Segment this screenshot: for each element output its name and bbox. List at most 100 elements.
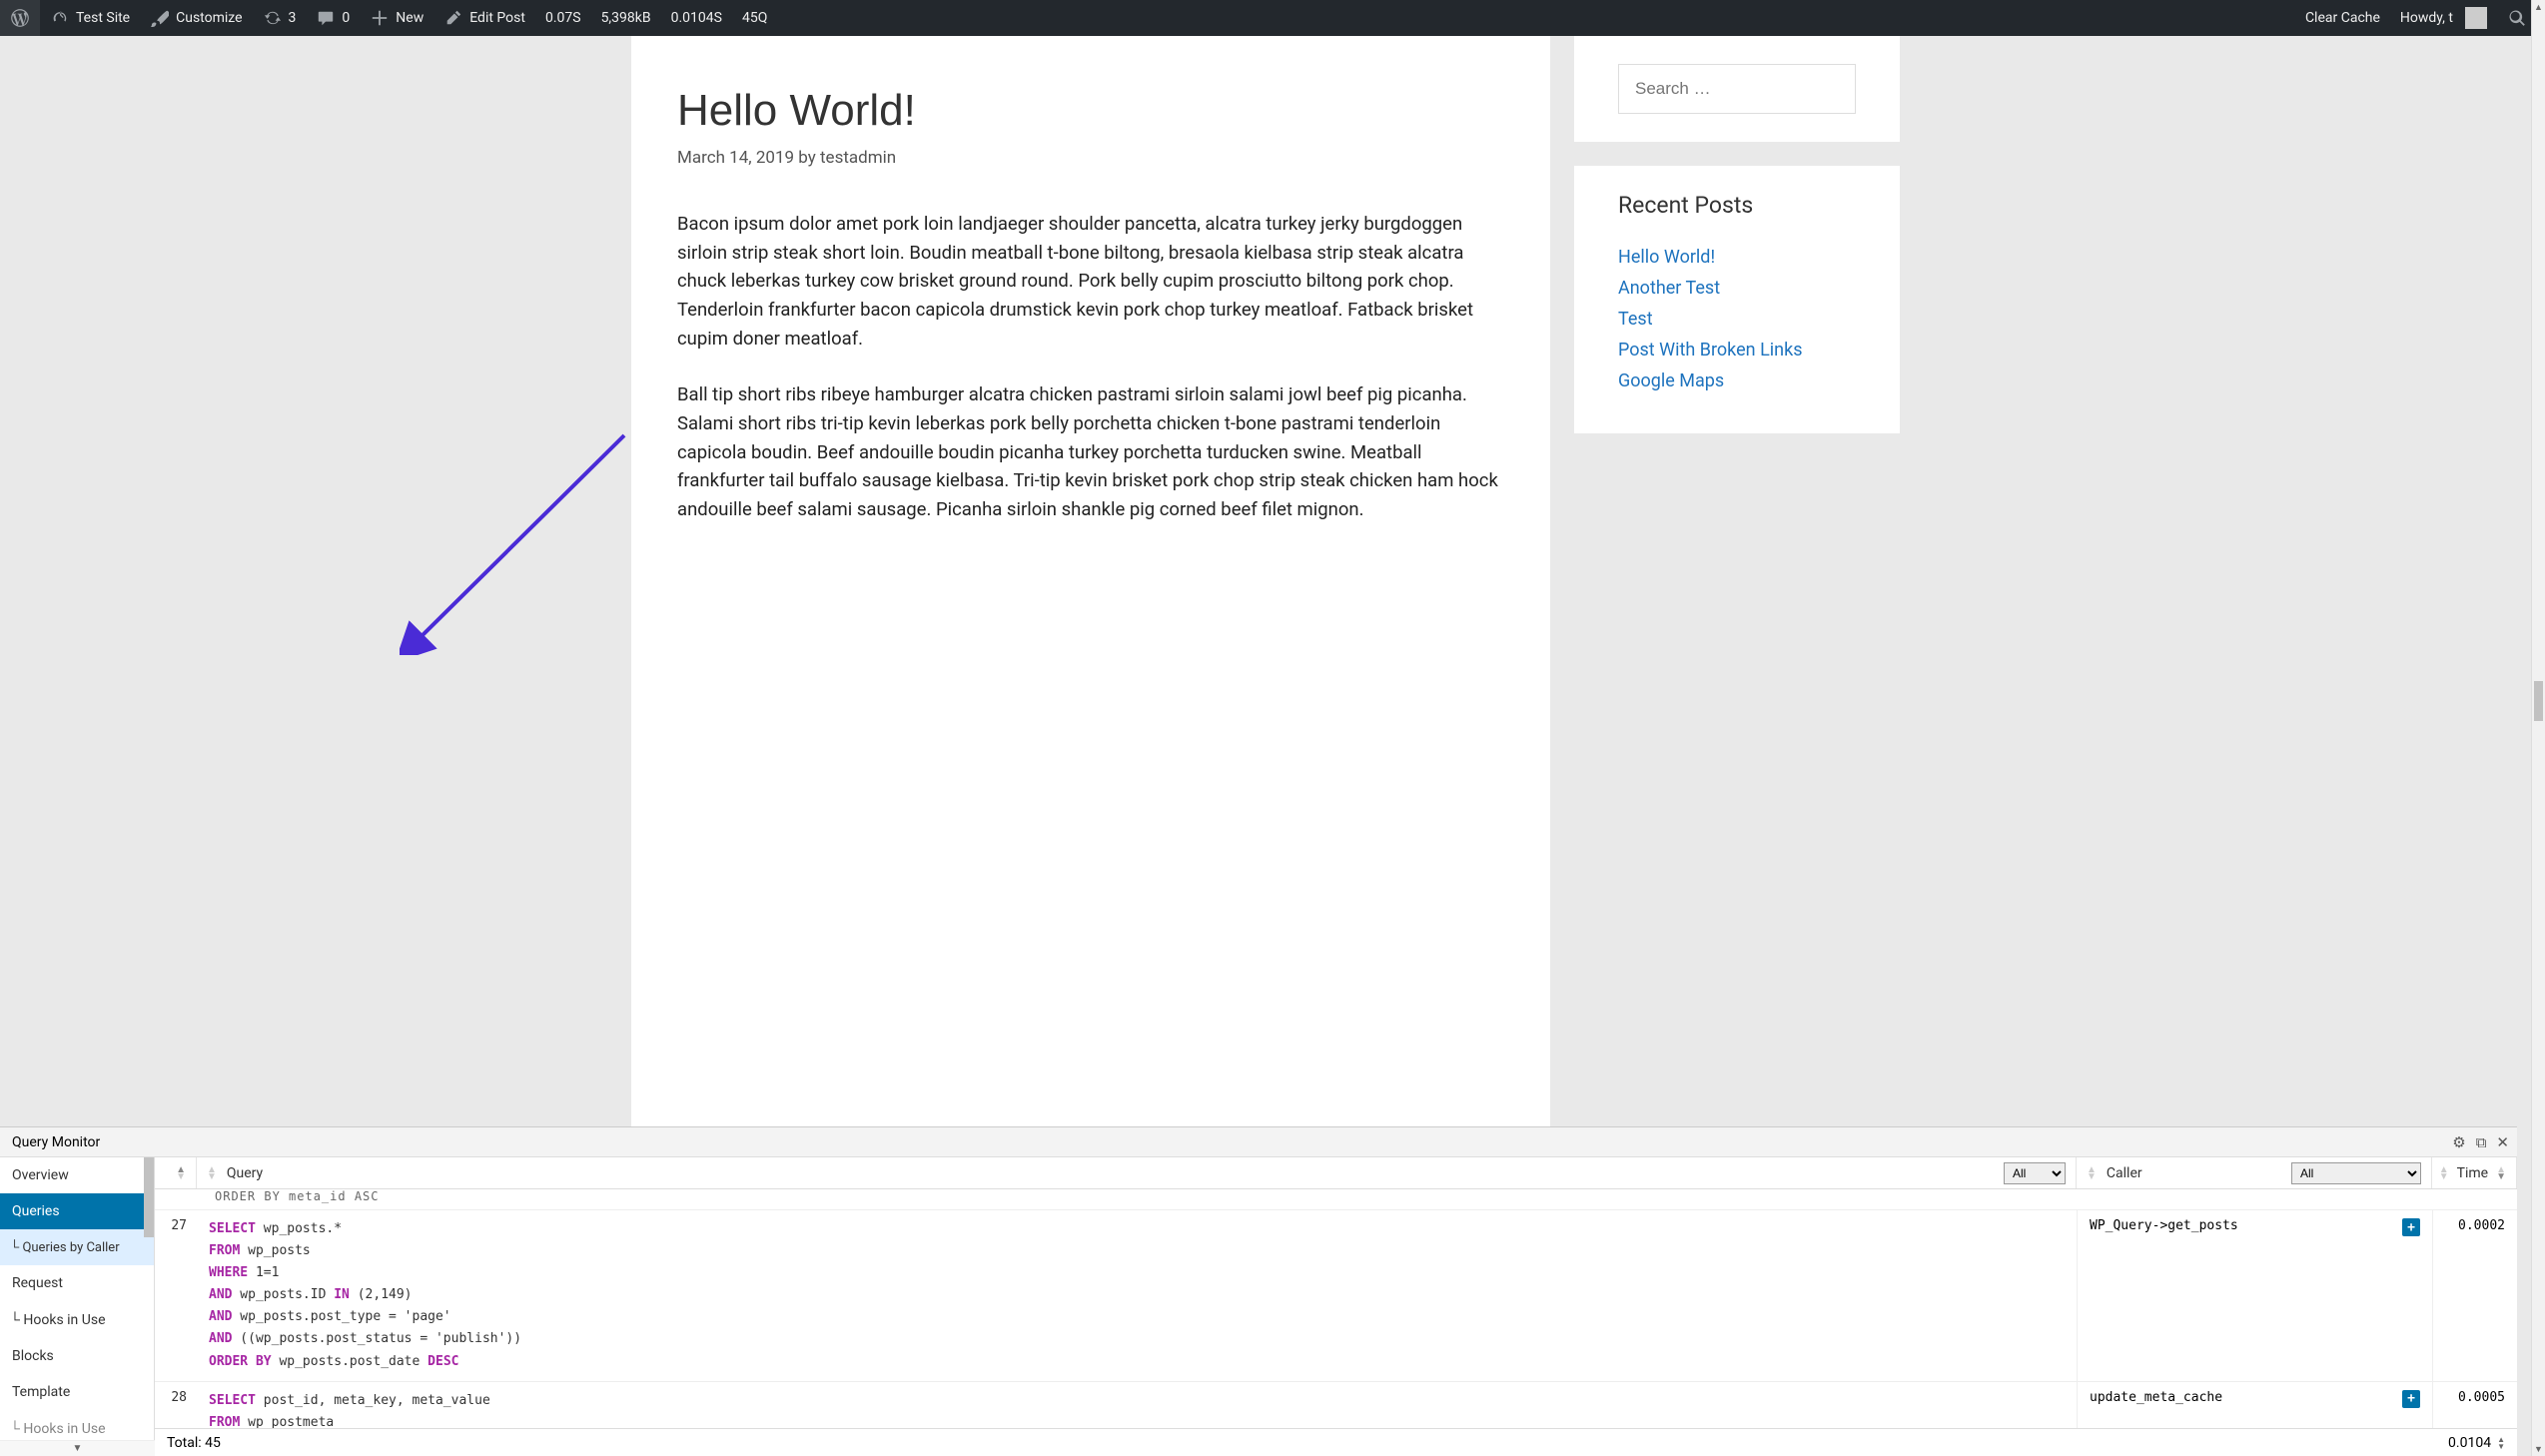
- post-body: Bacon ipsum dolor amet pork loin landjae…: [677, 210, 1504, 524]
- qm-body: Overview Queries └ Queries by Caller Req…: [0, 1157, 2517, 1456]
- qm-col-time[interactable]: ▲▼ Time ▲▼: [2432, 1157, 2517, 1188]
- qm-title: Query Monitor: [12, 1134, 100, 1150]
- qm-nav-overview[interactable]: Overview: [0, 1157, 154, 1193]
- qm-nav-request[interactable]: Request: [0, 1265, 154, 1301]
- site-menu[interactable]: Test Site: [40, 0, 140, 36]
- comments-link[interactable]: 0: [306, 0, 360, 36]
- wordpress-icon: [10, 8, 30, 28]
- customize-link[interactable]: Customize: [140, 0, 252, 36]
- qm-main: ▲▼ ▲▼ Query All ▲▼ Caller All ▲▼ Time: [155, 1157, 2517, 1456]
- recent-posts-title: Recent Posts: [1618, 192, 1856, 219]
- new-content-link[interactable]: New: [360, 0, 433, 36]
- howdy-account[interactable]: Howdy, t: [2390, 0, 2497, 36]
- qm-stat-mem[interactable]: 5,398kB: [591, 0, 661, 36]
- search-input[interactable]: [1618, 64, 1856, 114]
- recent-post-link[interactable]: Hello World!: [1618, 247, 1715, 268]
- qm-sidebar-scrollbar-thumb[interactable]: [144, 1157, 154, 1237]
- qm-nav-template[interactable]: Template: [0, 1374, 154, 1410]
- edit-post-label: Edit Post: [469, 10, 525, 26]
- recent-post-item: Google Maps: [1618, 370, 1856, 391]
- recent-post-link[interactable]: Google Maps: [1618, 370, 1724, 391]
- qm-row: 28 SELECT post_id, meta_key, meta_value …: [155, 1382, 2517, 1428]
- qm-row-tail: ORDER BY meta_id ASC: [155, 1189, 2517, 1210]
- popout-icon[interactable]: ⧉: [2476, 1133, 2487, 1151]
- recent-post-item: Post With Broken Links: [1618, 340, 1856, 361]
- recent-posts-list: Hello World! Another Test Test Post With…: [1618, 247, 1856, 391]
- wp-logo-menu[interactable]: [0, 0, 40, 36]
- recent-post-item: Test: [1618, 309, 1856, 330]
- update-icon: [263, 8, 283, 28]
- admin-bar-left: Test Site Customize 3 0 New Edit Post 0.…: [0, 0, 777, 36]
- qm-table-rows[interactable]: ORDER BY meta_id ASC 27 SELECT wp_posts.…: [155, 1189, 2517, 1428]
- recent-posts-widget: Recent Posts Hello World! Another Test T…: [1574, 166, 1900, 433]
- sql-code: SELECT post_id, meta_key, meta_value FRO…: [209, 1390, 2065, 1428]
- scroll-down-icon[interactable]: ▼: [2532, 1442, 2545, 1456]
- plus-icon: [370, 8, 390, 28]
- recent-post-link[interactable]: Test: [1618, 309, 1653, 330]
- caller-text: WP_Query->get_posts: [2090, 1218, 2238, 1233]
- qm-sidebar-scroll-down[interactable]: ▼: [0, 1440, 155, 1456]
- qm-col-caller[interactable]: ▲▼ Caller All: [2077, 1157, 2432, 1188]
- comments-count: 0: [342, 10, 350, 26]
- sort-icon: ▲▼: [2439, 1166, 2449, 1180]
- scroll-up-icon[interactable]: ▲: [2532, 0, 2545, 14]
- clear-cache-link[interactable]: Clear Cache: [2295, 0, 2390, 36]
- browser-scrollbar[interactable]: ▲ ▼: [2531, 0, 2545, 1456]
- qm-cell-time: 0.0002: [2432, 1210, 2517, 1381]
- qm-footer-total: Total: 45: [167, 1435, 221, 1451]
- qm-cell-query: SELECT post_id, meta_key, meta_value FRO…: [197, 1382, 2077, 1428]
- qm-footer-time: 0.0104: [2448, 1435, 2491, 1451]
- search-widget: [1574, 36, 1900, 142]
- qm-stat-queries[interactable]: 45Q: [732, 0, 777, 36]
- qm-stat-time[interactable]: 0.07S: [535, 0, 591, 36]
- post-paragraph: Ball tip short ribs ribeye hamburger alc…: [677, 380, 1504, 523]
- close-icon[interactable]: ✕: [2496, 1133, 2509, 1151]
- qm-filter-query[interactable]: All: [2004, 1162, 2066, 1184]
- expand-caller-button[interactable]: +: [2402, 1218, 2420, 1236]
- qm-cell-num: 27: [155, 1210, 197, 1381]
- admin-bar-right: Clear Cache Howdy, t: [2295, 0, 2537, 36]
- caller-text: update_meta_cache: [2090, 1390, 2222, 1405]
- new-label: New: [396, 10, 424, 26]
- qm-stat-dbtime[interactable]: 0.0104S: [661, 0, 732, 36]
- qm-cell-time: 0.0005: [2432, 1382, 2517, 1428]
- qm-cell-caller: WP_Query->get_posts +: [2077, 1210, 2432, 1381]
- qm-nav-blocks[interactable]: Blocks: [0, 1338, 154, 1374]
- qm-nav-queries-by-caller[interactable]: └ Queries by Caller: [0, 1229, 154, 1265]
- expand-caller-button[interactable]: +: [2402, 1390, 2420, 1408]
- sort-icon: ▲▼: [176, 1166, 186, 1180]
- qm-filter-caller[interactable]: All: [2291, 1162, 2421, 1184]
- comment-icon: [316, 8, 336, 28]
- qm-col-query[interactable]: ▲▼ Query All: [197, 1157, 2077, 1188]
- dashboard-icon: [50, 8, 70, 28]
- updates-link[interactable]: 3: [253, 0, 307, 36]
- qm-nav-hooks[interactable]: └ Hooks in Use: [0, 1301, 154, 1338]
- site-name-label: Test Site: [76, 10, 130, 26]
- qm-header-actions: ⚙ ⧉ ✕: [2452, 1133, 2509, 1151]
- post-title: Hello World!: [677, 86, 1504, 136]
- post-paragraph: Bacon ipsum dolor amet pork loin landjae…: [677, 210, 1504, 353]
- recent-post-item: Hello World!: [1618, 247, 1856, 268]
- qm-table-header: ▲▼ ▲▼ Query All ▲▼ Caller All ▲▼ Time: [155, 1157, 2517, 1189]
- qm-cell-num: 28: [155, 1382, 197, 1428]
- qm-sidebar: Overview Queries └ Queries by Caller Req…: [0, 1157, 155, 1456]
- sort-icon[interactable]: ▲▼: [2497, 1436, 2505, 1450]
- search-icon: [2507, 8, 2527, 28]
- post-meta: March 14, 2019 by testadmin: [677, 148, 1504, 168]
- qm-cell-caller: update_meta_cache +: [2077, 1382, 2432, 1428]
- recent-post-link[interactable]: Post With Broken Links: [1618, 340, 1803, 361]
- edit-post-link[interactable]: Edit Post: [433, 0, 535, 36]
- sort-icon: ▲▼: [207, 1166, 217, 1180]
- brush-icon: [150, 8, 170, 28]
- query-monitor-panel: Query Monitor ⚙ ⧉ ✕ Overview Queries └ Q…: [0, 1126, 2517, 1456]
- qm-col-num[interactable]: ▲▼: [155, 1157, 197, 1188]
- recent-post-link[interactable]: Another Test: [1618, 278, 1720, 299]
- qm-footer: Total: 45 0.0104 ▲▼: [155, 1428, 2517, 1456]
- qm-row: 27 SELECT wp_posts.* FROM wp_posts WHERE…: [155, 1210, 2517, 1382]
- sort-icon: ▲▼: [2496, 1166, 2506, 1180]
- customize-label: Customize: [176, 10, 242, 26]
- scrollbar-thumb[interactable]: [2534, 681, 2543, 721]
- qm-cell-query: SELECT wp_posts.* FROM wp_posts WHERE 1=…: [197, 1210, 2077, 1381]
- qm-nav-queries[interactable]: Queries: [0, 1193, 154, 1229]
- gear-icon[interactable]: ⚙: [2452, 1133, 2465, 1151]
